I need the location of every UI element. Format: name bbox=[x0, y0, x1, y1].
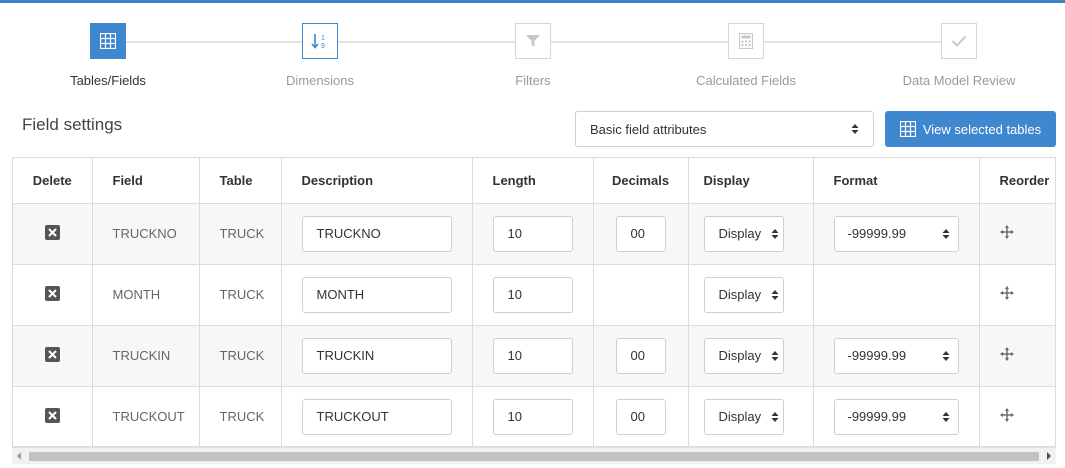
header-table: Table bbox=[199, 158, 282, 204]
calculator-icon[interactable] bbox=[728, 23, 764, 59]
view-selected-tables-button[interactable]: View selected tables bbox=[885, 111, 1056, 147]
format-select[interactable]: -99999.99 bbox=[833, 215, 959, 252]
format-select-value: -99999.99 bbox=[847, 226, 907, 241]
display-select-value: Display bbox=[718, 348, 762, 363]
sort-arrows-icon bbox=[942, 350, 949, 361]
step-label: Dimensions bbox=[286, 73, 354, 88]
delete-icon[interactable] bbox=[44, 346, 60, 362]
decimals-input[interactable]: 00 bbox=[615, 337, 666, 374]
sort-arrows-icon bbox=[771, 289, 778, 300]
svg-text:9: 9 bbox=[321, 43, 325, 50]
format-select-value: -99999.99 bbox=[847, 348, 907, 363]
move-handle-icon[interactable] bbox=[999, 347, 1014, 364]
description-input[interactable]: MONTH bbox=[301, 276, 452, 313]
header-field: Field bbox=[92, 158, 200, 204]
wizard-steps: Tables/Fields 19 Dimensions Filters Calc… bbox=[0, 0, 1065, 100]
display-select[interactable]: Display bbox=[703, 337, 784, 374]
sort-arrows-icon bbox=[771, 228, 778, 239]
step-filters[interactable]: Filters bbox=[443, 0, 623, 100]
delete-icon[interactable] bbox=[44, 407, 60, 423]
header-delete: Delete bbox=[13, 158, 93, 204]
sort-arrows-icon bbox=[851, 124, 859, 134]
header-display: Display bbox=[688, 158, 814, 204]
display-select-value: Display bbox=[718, 409, 762, 424]
sort-arrows-icon bbox=[771, 350, 778, 361]
decimals-input[interactable]: 00 bbox=[615, 398, 666, 435]
step-data-model-review[interactable]: Data Model Review bbox=[869, 0, 1049, 100]
table-header-row: Delete Field Table Description Length De… bbox=[13, 158, 1055, 204]
move-handle-icon[interactable] bbox=[999, 286, 1014, 303]
display-select[interactable]: Display bbox=[703, 398, 784, 435]
header-description: Description bbox=[281, 158, 473, 204]
decimals-input[interactable]: 00 bbox=[615, 215, 666, 252]
header-length: Length bbox=[472, 158, 594, 204]
format-select[interactable]: -99999.99 bbox=[833, 398, 959, 435]
sort-numeric-icon[interactable]: 19 bbox=[302, 23, 338, 59]
scrollbar-thumb[interactable] bbox=[29, 452, 1039, 461]
table-row: MONTH TRUCK MONTH 10 Display bbox=[13, 264, 1055, 326]
filter-icon[interactable] bbox=[515, 23, 551, 59]
move-handle-icon[interactable] bbox=[999, 225, 1014, 242]
view-selected-tables-label: View selected tables bbox=[922, 121, 1042, 137]
step-dimensions[interactable]: 19 Dimensions bbox=[230, 0, 410, 100]
description-input[interactable]: TRUCKIN bbox=[301, 337, 452, 374]
step-label: Filters bbox=[515, 73, 551, 88]
move-handle-icon[interactable] bbox=[999, 408, 1014, 425]
step-tables-fields[interactable]: Tables/Fields bbox=[18, 0, 198, 100]
grid-icon bbox=[899, 121, 916, 137]
decimals-cell bbox=[593, 264, 689, 326]
display-select-value: Display bbox=[718, 226, 762, 241]
header-format: Format bbox=[813, 158, 980, 204]
description-input[interactable]: TRUCKOUT bbox=[301, 398, 452, 435]
description-input[interactable]: TRUCKNO bbox=[301, 215, 452, 252]
scroll-right-arrow-icon[interactable] bbox=[1047, 452, 1051, 460]
length-input[interactable]: 10 bbox=[492, 398, 573, 435]
table-row: TRUCKOUT TRUCK TRUCKOUT 10 00 Display -9… bbox=[13, 386, 1055, 446]
check-icon[interactable] bbox=[941, 23, 977, 59]
format-select[interactable]: -99999.99 bbox=[833, 337, 959, 374]
table-cell: TRUCK bbox=[199, 386, 282, 446]
delete-icon[interactable] bbox=[44, 224, 60, 240]
length-input[interactable]: 10 bbox=[492, 215, 573, 252]
format-cell bbox=[813, 264, 980, 326]
table-cell: TRUCK bbox=[199, 203, 282, 265]
header-decimals: Decimals bbox=[593, 158, 689, 204]
table-row: TRUCKIN TRUCK TRUCKIN 10 00 Display -999… bbox=[13, 325, 1055, 387]
step-label: Data Model Review bbox=[902, 73, 1016, 88]
delete-icon[interactable] bbox=[44, 285, 60, 301]
sort-arrows-icon bbox=[942, 228, 949, 239]
display-select-value: Display bbox=[718, 287, 762, 302]
field-cell: TRUCKOUT bbox=[92, 386, 200, 446]
display-select[interactable]: Display bbox=[703, 276, 784, 313]
field-settings-table: Delete Field Table Description Length De… bbox=[12, 157, 1056, 447]
field-cell: MONTH bbox=[92, 264, 200, 326]
sort-arrows-icon bbox=[942, 411, 949, 422]
step-calculated-fields[interactable]: Calculated Fields bbox=[656, 0, 836, 100]
field-cell: TRUCKIN bbox=[92, 325, 200, 387]
table-cell: TRUCK bbox=[199, 264, 282, 326]
format-select-value: -99999.99 bbox=[847, 409, 907, 424]
attribute-select-value: Basic field attributes bbox=[590, 121, 707, 137]
header-reorder: Reorder bbox=[979, 158, 1055, 204]
attribute-select[interactable]: Basic field attributes bbox=[575, 111, 874, 147]
length-input[interactable]: 10 bbox=[492, 337, 573, 374]
display-select[interactable]: Display bbox=[703, 215, 784, 252]
length-input[interactable]: 10 bbox=[492, 276, 573, 313]
section-title: Field settings bbox=[22, 115, 123, 134]
table-row: TRUCKNO TRUCK TRUCKNO 10 00 Display -999… bbox=[13, 203, 1055, 265]
sort-arrows-icon bbox=[771, 411, 778, 422]
table-cell: TRUCK bbox=[199, 325, 282, 387]
horizontal-scrollbar[interactable] bbox=[12, 447, 1056, 464]
step-label: Tables/Fields bbox=[70, 73, 146, 88]
step-label: Calculated Fields bbox=[696, 73, 796, 88]
scroll-left-arrow-icon[interactable] bbox=[17, 452, 21, 460]
field-cell: TRUCKNO bbox=[92, 203, 200, 265]
svg-text:1: 1 bbox=[321, 35, 325, 42]
grid-icon[interactable] bbox=[90, 23, 126, 59]
